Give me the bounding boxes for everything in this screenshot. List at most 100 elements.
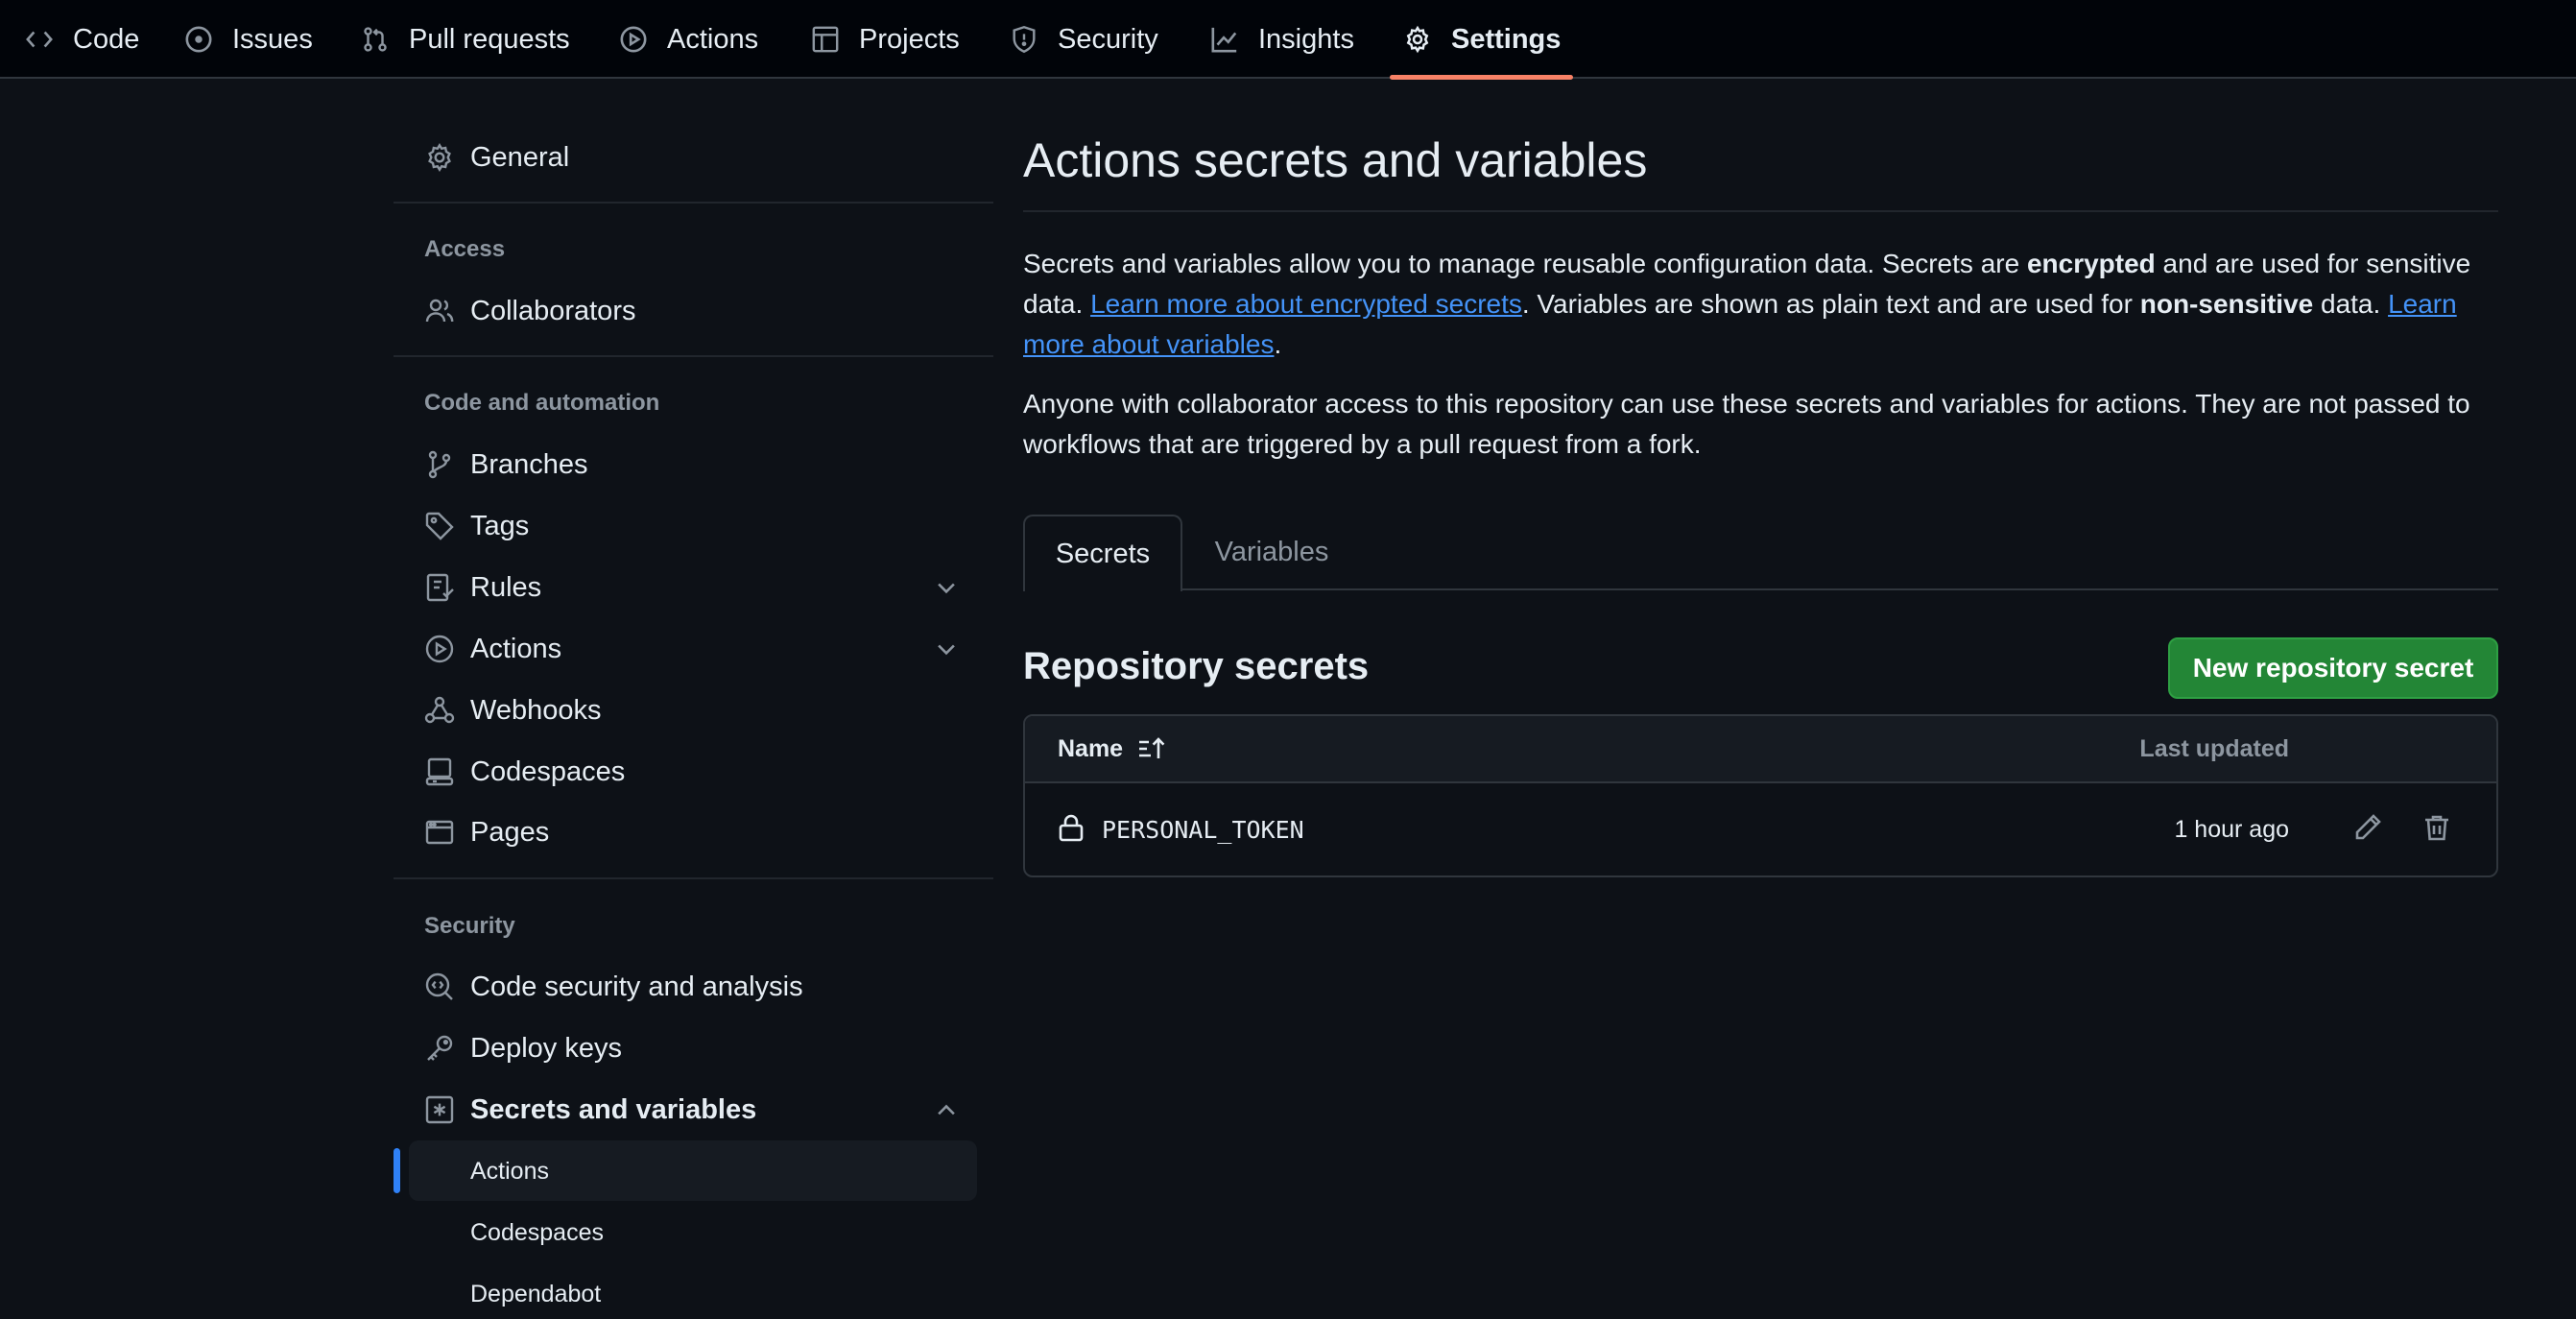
play-icon [425, 635, 454, 663]
sidebar-divider [394, 877, 993, 879]
sidebar-subitem-dependabot[interactable]: Dependabot [470, 1275, 601, 1313]
table-header: Name Last updated [1025, 716, 2496, 783]
description-text: . [1274, 329, 1282, 359]
tab-secrets[interactable]: Secrets [1023, 515, 1182, 591]
sidebar-item-label: Rules [470, 571, 542, 603]
new-repository-secret-button[interactable]: New repository secret [2168, 637, 2498, 699]
tab-projects[interactable]: Projects [811, 0, 960, 79]
title-divider [1023, 210, 2498, 212]
gear-icon [428, 143, 451, 172]
description-text: Secrets and variables allow you to manag… [1023, 249, 2027, 278]
sidebar-item-label: Codespaces [470, 755, 626, 787]
webhook-icon [424, 696, 455, 724]
rules-icon [426, 573, 454, 602]
tab-label: Settings [1451, 23, 1562, 55]
people-icon [425, 299, 454, 323]
sidebar-item-codespaces[interactable]: Codespaces [424, 748, 625, 796]
tab-pull-requests[interactable]: Pull requests [361, 0, 570, 79]
section-title: Repository secrets [1023, 645, 1370, 687]
description-text: data. [2313, 289, 2389, 319]
graph-icon [1211, 27, 1237, 53]
sidebar-item-rules[interactable]: Rules [424, 564, 541, 612]
sidebar-divider [394, 355, 993, 357]
sidebar-item-deploy-keys[interactable]: Deploy keys [424, 1024, 622, 1072]
sidebar-subitem-codespaces[interactable]: Codespaces [470, 1213, 604, 1252]
browser-icon [425, 820, 454, 845]
shield-icon [1013, 25, 1036, 54]
tag-icon [425, 512, 454, 540]
sidebar-item-pages[interactable]: Pages [424, 808, 549, 856]
code-icon [26, 31, 53, 48]
issue-icon [185, 26, 212, 53]
column-label: Name [1058, 734, 1124, 762]
sidebar-item-collaborators[interactable]: Collaborators [424, 287, 635, 335]
secrets-table: Name Last updated PERSONAL_TOKEN 1 hour … [1023, 714, 2498, 877]
lock-icon [1059, 814, 1084, 842]
tab-code[interactable]: Code [25, 0, 139, 79]
tab-insights[interactable]: Insights [1210, 0, 1354, 79]
sidebar-heading-security: Security [424, 913, 515, 939]
tab-settings[interactable]: Settings [1403, 0, 1561, 79]
sidebar-subitem-actions[interactable]: Actions [470, 1152, 549, 1190]
page-title: Actions secrets and variables [1023, 133, 1648, 187]
tab-label: Insights [1258, 23, 1354, 55]
sidebar-item-label: Tags [470, 510, 530, 541]
tab-actions[interactable]: Actions [619, 0, 758, 79]
tab-label: Projects [859, 23, 960, 55]
secret-last-updated: 1 hour ago [2174, 815, 2289, 843]
pencil-icon[interactable] [2352, 812, 2383, 843]
learn-encrypted-secrets-link[interactable]: Learn more about encrypted secrets [1090, 289, 1522, 319]
chevron-down-icon[interactable] [933, 636, 960, 662]
column-header-name[interactable]: Name [1058, 716, 1167, 781]
sort-ascending-icon[interactable] [1136, 733, 1167, 764]
asterisk-square-icon [425, 1095, 454, 1124]
codescan-icon [425, 972, 453, 1000]
sidebar-item-label: Deploy keys [470, 1032, 622, 1064]
sidebar-item-label: Collaborators [470, 295, 636, 326]
sidebar-item-code-security[interactable]: Code security and analysis [424, 963, 803, 1011]
branch-icon [428, 450, 451, 479]
sidebar-item-label: Actions [470, 633, 562, 664]
tab-label: Actions [667, 23, 759, 55]
trash-icon[interactable] [2421, 812, 2452, 843]
chevron-up-icon[interactable] [933, 1096, 960, 1123]
active-tab-underline [1390, 75, 1573, 80]
sidebar-heading-access: Access [424, 236, 506, 262]
description-paragraph: Secrets and variables allow you to manag… [1023, 244, 2501, 365]
sidebar-item-label: Webhooks [470, 694, 602, 726]
sidebar-item-label: Branches [470, 448, 588, 480]
secret-name: PERSONAL_TOKEN [1102, 815, 1304, 844]
sidebar-item-label: Secrets and variables [470, 1093, 757, 1125]
key-icon [427, 1035, 453, 1061]
tab-label: Code [73, 23, 140, 55]
column-header-last-updated: Last updated [2139, 734, 2289, 762]
sidebar-item-general[interactable]: General [424, 133, 569, 181]
pull-request-icon [364, 27, 387, 52]
codespaces-icon [425, 757, 454, 786]
table-row: PERSONAL_TOKEN 1 hour ago [1025, 783, 2496, 875]
play-icon [620, 26, 647, 53]
tab-variables[interactable]: Variables [1182, 515, 1361, 589]
sidebar-item-label: Code security and analysis [470, 971, 803, 1002]
repo-nav: Code Issues Pull requests Actions Projec… [0, 0, 2576, 80]
description-text: . Variables are shown as plain text and … [1521, 289, 2140, 319]
tab-label: Issues [232, 23, 313, 55]
sidebar-heading-code-automation: Code and automation [424, 390, 660, 416]
sidebar-item-label: Pages [470, 816, 550, 848]
emphasis-encrypted: encrypted [2026, 249, 2156, 278]
emphasis-non-sensitive: non-sensitive [2139, 289, 2314, 319]
access-note-paragraph: Anyone with collaborator access to this … [1023, 389, 2470, 459]
sidebar-item-webhooks[interactable]: Webhooks [424, 686, 602, 734]
tab-label: Security [1058, 23, 1158, 55]
tab-issues[interactable]: Issues [184, 0, 313, 79]
sidebar-item-secrets-variables[interactable]: Secrets and variables [424, 1086, 756, 1134]
gear-icon [1406, 25, 1429, 54]
tab-security[interactable]: Security [1010, 0, 1158, 79]
sidebar-item-branches[interactable]: Branches [424, 441, 588, 489]
chevron-down-icon[interactable] [933, 574, 960, 601]
sidebar-item-actions[interactable]: Actions [424, 625, 561, 673]
sidebar-divider [394, 202, 993, 204]
sidebar-item-tags[interactable]: Tags [424, 502, 529, 550]
sidebar-active-indicator [394, 1148, 400, 1193]
tab-label: Pull requests [409, 23, 570, 55]
